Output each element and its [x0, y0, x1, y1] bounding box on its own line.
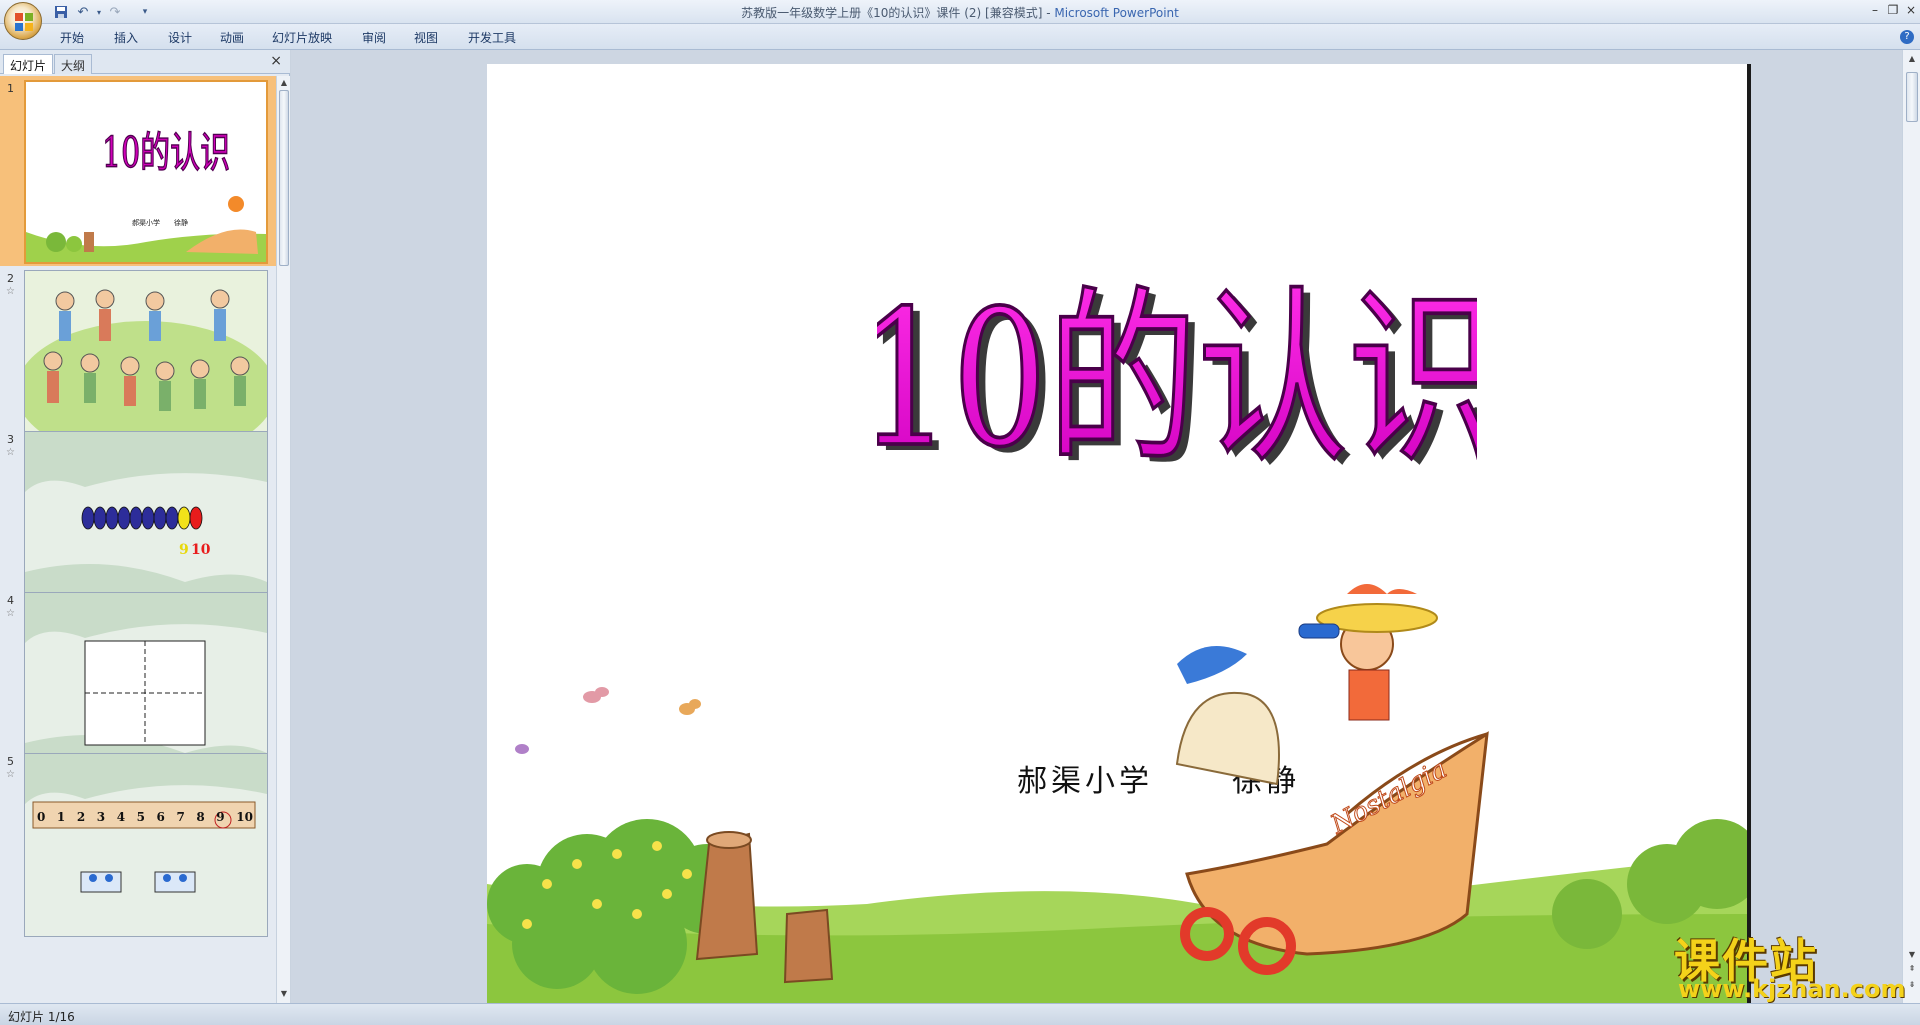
ribbon-tab-bar: 开始 插入 设计 动画 幻灯片放映 审阅 视图 开发工具 ?: [0, 24, 1920, 50]
tab-view[interactable]: 视图: [414, 29, 438, 46]
minimize-icon[interactable]: –: [1866, 2, 1884, 18]
thumbnail-children-image: [25, 289, 267, 453]
thumbnail-number: 5: [7, 755, 14, 768]
ruler-label: 10: [236, 810, 253, 824]
thumbnail-ruler-image: [25, 754, 267, 893]
thumbnail-scrollbar[interactable]: ▲ ▼: [276, 76, 290, 1003]
watermark-url: www.kjzhan.com: [1678, 975, 1906, 1003]
pane-tabs: 幻灯片 大纲 ×: [0, 50, 290, 74]
window-title: 苏教版一年级数学上册《10的认识》课件 (2) [兼容模式] - Microso…: [741, 6, 1179, 20]
ruler-label: 7: [176, 810, 185, 824]
thumbnail-number: 4: [7, 594, 14, 607]
scrollbar-thumb[interactable]: [1906, 72, 1918, 122]
ruler-label: 5: [136, 810, 145, 824]
playground-scene-image: Nostalgia: [487, 584, 1747, 1003]
animation-star-icon: ☆: [6, 608, 15, 619]
slide-editor: 10的认识 10的认识 郝渠小学 徐静: [291, 50, 1902, 1003]
office-logo-icon: [15, 13, 33, 31]
ruler-label: 3: [96, 810, 106, 824]
animation-star-icon: ☆: [6, 447, 15, 458]
tab-developer[interactable]: 开发工具: [468, 29, 516, 46]
tab-home[interactable]: 开始: [60, 29, 84, 46]
next-slide-icon[interactable]: ⇟: [1907, 980, 1917, 990]
ruler-label: 8: [196, 810, 205, 824]
thumbnail-number: 2: [7, 272, 14, 285]
previous-slide-icon[interactable]: ⇞: [1907, 964, 1917, 974]
animation-star-icon: ☆: [6, 769, 15, 780]
slide-thumbnail-list: 1 10的认识 郝渠小学 徐静 2 ☆ 3 ☆ 9 10 4 ☆ 5 ☆ 0 1…: [0, 76, 276, 1003]
tab-outline[interactable]: 大纲: [54, 54, 93, 74]
bead-label-ten: 10: [191, 542, 211, 558]
slide-title[interactable]: 10的认识 10的认识: [877, 224, 1477, 484]
slide-canvas[interactable]: 10的认识 10的认识 郝渠小学 徐静: [487, 64, 1747, 1003]
tab-review[interactable]: 审阅: [362, 29, 386, 46]
bead-label-nine: 9: [179, 542, 189, 558]
ruler-label: 6: [156, 810, 165, 824]
ruler-label: 2: [76, 810, 86, 824]
close-pane-icon[interactable]: ×: [270, 53, 282, 69]
office-button[interactable]: [4, 2, 42, 40]
thumbnail-slide-5[interactable]: 0 1 2 3 4 5 6 7 8 9 10: [24, 753, 268, 937]
thumbnail-slide-1[interactable]: 10的认识 郝渠小学 徐静: [24, 80, 268, 264]
thumbnail-scene-image: [26, 196, 266, 262]
scroll-up-icon[interactable]: ▲: [1907, 54, 1917, 64]
scrollbar-thumb[interactable]: [279, 90, 289, 266]
ruler-label: 4: [116, 810, 126, 824]
thumbnail-number: 1: [7, 82, 14, 95]
thumbnail-beads-image: [25, 432, 267, 614]
site-watermark: 课件站 www.kjzhan.com: [1666, 925, 1906, 1003]
animation-star-icon: ☆: [6, 286, 15, 297]
scroll-up-icon[interactable]: ▲: [279, 78, 289, 88]
slides-pane: 幻灯片 大纲 × 1 10的认识 郝渠小学 徐静 2 ☆ 3 ☆ 9 10 4 …: [0, 50, 290, 1003]
help-icon[interactable]: ?: [1900, 30, 1914, 44]
scroll-down-icon[interactable]: ▼: [279, 989, 289, 999]
thumbnail-row-1[interactable]: 1 10的认识 郝渠小学 徐静: [0, 76, 276, 266]
ruler-label: 9: [216, 810, 225, 824]
thumbnail-row-5[interactable]: 5 ☆ 0 1 2 3 4 5 6 7 8 9 10: [0, 749, 276, 939]
slide-title-text: 10的认识: [877, 271, 1477, 484]
tab-insert[interactable]: 插入: [114, 29, 138, 46]
thumbnail-number: 3: [7, 433, 14, 446]
tab-animations[interactable]: 动画: [220, 29, 244, 46]
slide-scrollbar[interactable]: ▲ ▼ ⇞ ⇟: [1902, 50, 1920, 1003]
restore-icon[interactable]: ❐: [1884, 2, 1902, 18]
ruler-label: 0: [37, 810, 46, 824]
ruler-labels: 0 1 2 3 4 5 6 7 8 9 10: [37, 810, 253, 824]
scroll-down-icon[interactable]: ▼: [1907, 950, 1917, 960]
tab-slideshow[interactable]: 幻灯片放映: [272, 29, 332, 46]
thumbnail-grid-image: [25, 593, 267, 775]
tab-slides[interactable]: 幻灯片: [3, 54, 54, 74]
status-bar: 幻灯片 1/16: [0, 1003, 1920, 1025]
slide-counter: 幻灯片 1/16: [8, 1010, 75, 1024]
tab-design[interactable]: 设计: [168, 29, 192, 46]
ruler-label: 1: [56, 810, 66, 824]
title-bar: ↶ ▾ ↷ ▾ 苏教版一年级数学上册《10的认识》课件 (2) [兼容模式] -…: [0, 0, 1920, 40]
close-icon[interactable]: ×: [1902, 2, 1920, 18]
